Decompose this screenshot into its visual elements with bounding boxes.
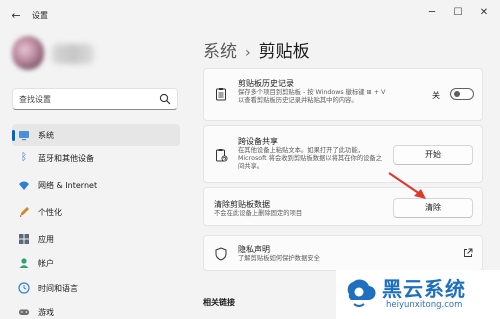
bluetooth-icon: ᛒ xyxy=(21,152,27,163)
annotation-arrow-icon xyxy=(388,172,426,199)
get-started-button[interactable]: 开始 xyxy=(393,145,473,165)
breadcrumb-parent[interactable]: 系统 xyxy=(203,42,237,62)
clear-clipboard-card: 清除剪贴板数据 不会在此设备上删除固定的项目 清除 xyxy=(203,187,483,226)
app-title: 设置 xyxy=(32,11,48,20)
sidebar-item-gaming[interactable]: 游戏 xyxy=(12,301,180,319)
clipboard-history-card: 剪贴板历史记录 保存多个项目到剪贴板 - 按 Windows 徽标键 ⊞ + V… xyxy=(203,68,483,121)
card-description: 保存多个项目到剪贴板 - 按 Windows 徽标键 ⊞ + V 以查看剪贴板历… xyxy=(238,89,386,104)
card-title: 跨设备共享 xyxy=(238,137,278,146)
search-icon xyxy=(159,93,171,105)
privacy-statement-card[interactable]: 隐私声明 了解剪贴板如何保护数据安全 xyxy=(203,235,483,271)
sidebar-item-label: 网络 & Internet xyxy=(38,181,98,190)
breadcrumb: 系统 › 剪贴板 xyxy=(203,37,310,62)
sidebar-item-label: 蓝牙和其他设备 xyxy=(38,154,94,163)
sidebar-item-personalization[interactable]: 个性化 xyxy=(12,201,180,223)
watermark-logo-icon xyxy=(347,279,376,307)
maximize-button[interactable]: ☐ xyxy=(446,4,470,22)
apps-icon xyxy=(19,234,29,244)
gaming-icon xyxy=(19,309,29,315)
sidebar-item-time-language[interactable]: 时间和语言 xyxy=(12,277,180,299)
cross-device-sync-card: 跨设备共享 在其他设备上粘贴文本。如果打开了此功能，Microsoft 将会收到… xyxy=(203,125,483,183)
toggle-knob xyxy=(454,91,460,97)
watermark-url: heiyunxitong.com xyxy=(386,300,463,310)
sidebar-item-label: 帐户 xyxy=(38,259,54,268)
maximize-icon: ☐ xyxy=(453,7,463,18)
watermark: 黑云系统 heiyunxitong.com xyxy=(336,270,500,319)
back-button[interactable]: ← xyxy=(8,8,24,24)
sidebar-item-network[interactable]: 网络 & Internet xyxy=(12,174,180,196)
system-icon xyxy=(19,131,29,141)
sidebar-item-accounts[interactable]: 帐户 xyxy=(12,252,180,274)
card-description: 不会在此设备上删除固定的项目 xyxy=(214,210,303,217)
breadcrumb-separator: › xyxy=(245,45,251,61)
sidebar-item-bluetooth[interactable]: ᛒ 蓝牙和其他设备 xyxy=(12,147,180,169)
search-input[interactable] xyxy=(19,92,159,107)
account-icon xyxy=(19,258,29,268)
minimize-icon: ─ xyxy=(428,7,436,18)
title-bar: ← 设置 ─ ☐ ✕ xyxy=(0,0,500,30)
avatar xyxy=(12,36,44,70)
shield-icon xyxy=(215,247,227,261)
watermark-title: 黑云系统 xyxy=(382,277,466,301)
sidebar-item-label: 应用 xyxy=(38,235,54,244)
time-language-icon xyxy=(18,282,30,294)
card-title: 剪贴板历史记录 xyxy=(238,79,294,88)
active-indicator xyxy=(12,130,15,141)
close-button[interactable]: ✕ xyxy=(472,4,496,22)
toggle-state-label: 关 xyxy=(432,91,440,100)
minimize-button[interactable]: ─ xyxy=(420,4,444,22)
user-name-blurred xyxy=(52,44,94,64)
sidebar-item-apps[interactable]: 应用 xyxy=(12,228,180,250)
related-links-heading: 相关链接 xyxy=(203,298,235,307)
page-title: 剪贴板 xyxy=(258,42,310,62)
external-link-icon[interactable] xyxy=(463,248,473,258)
card-title: 隐私声明 xyxy=(238,245,270,254)
clipboard-sync-icon xyxy=(216,149,228,162)
sidebar-item-system[interactable]: 系统 xyxy=(12,124,180,146)
network-icon xyxy=(19,181,29,190)
search-box[interactable] xyxy=(12,88,178,110)
sidebar-item-label: 个性化 xyxy=(38,208,62,217)
sidebar-item-label: 系统 xyxy=(38,131,54,140)
clipboard-history-toggle[interactable] xyxy=(450,88,474,100)
clipboard-list-icon xyxy=(216,88,226,101)
sidebar-item-label: 时间和语言 xyxy=(38,284,78,293)
sidebar-item-label: 游戏 xyxy=(38,308,54,317)
card-description: 了解剪贴板如何保护数据安全 xyxy=(238,255,320,262)
card-title: 清除剪贴板数据 xyxy=(214,200,270,209)
close-icon: ✕ xyxy=(479,7,489,18)
card-description: 在其他设备上粘贴文本。如果打开了此功能，Microsoft 将会收到剪贴板数据以… xyxy=(238,147,383,170)
arrow-left-icon: ← xyxy=(11,9,21,22)
personalization-icon xyxy=(20,207,29,217)
